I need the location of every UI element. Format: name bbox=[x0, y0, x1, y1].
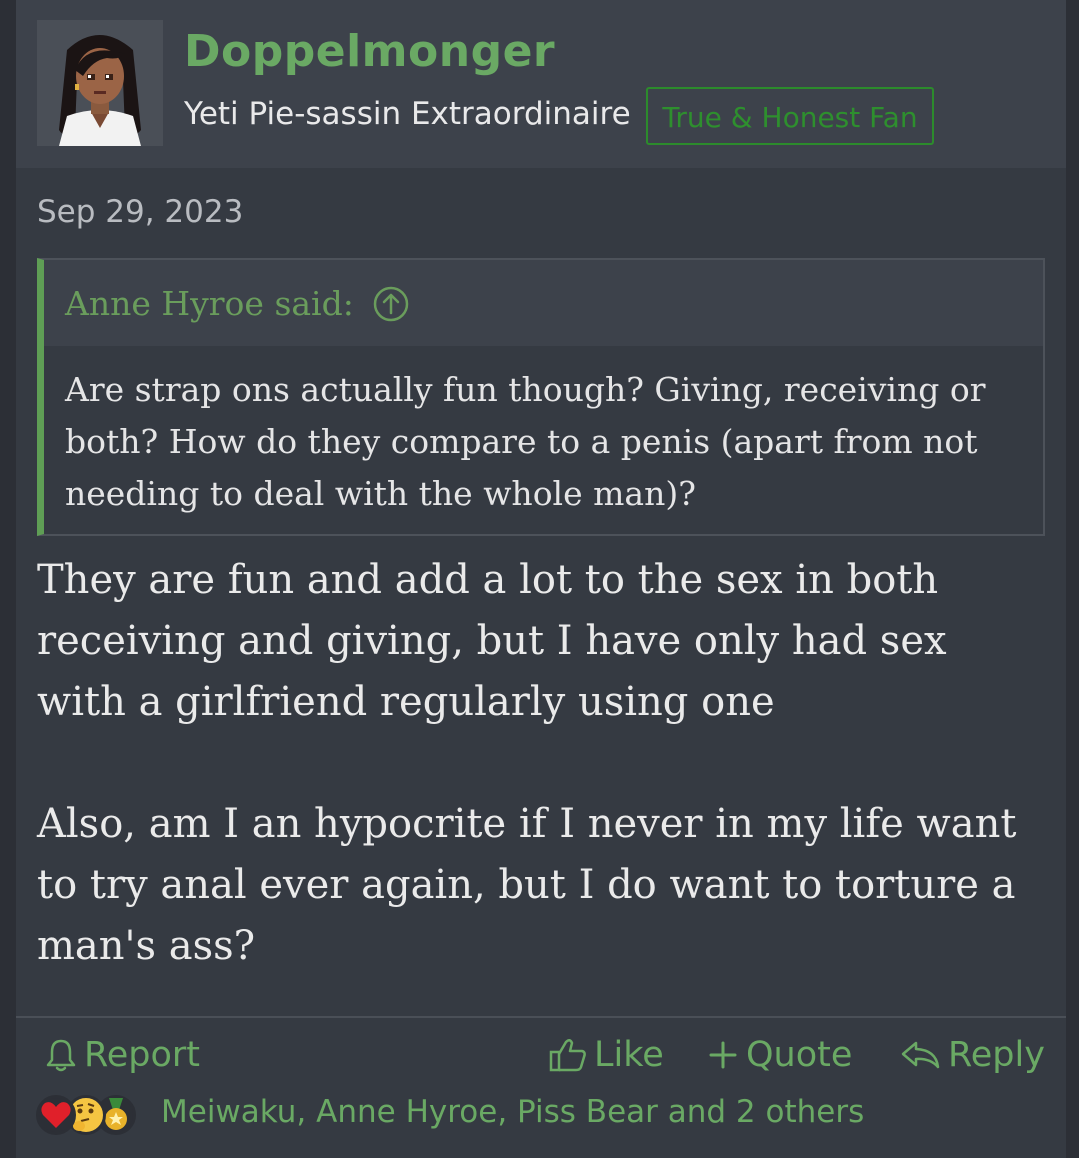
user-title: Yeti Pie-sassin Extraordinaire bbox=[184, 96, 631, 132]
username[interactable]: Doppelmonger bbox=[184, 26, 555, 77]
footer-divider bbox=[16, 1016, 1066, 1018]
arrow-up-circle-icon[interactable] bbox=[373, 286, 409, 322]
quote-button[interactable]: Quote bbox=[706, 1030, 852, 1080]
report-label: Report bbox=[84, 1035, 201, 1075]
report-button[interactable]: Report bbox=[44, 1030, 200, 1080]
bell-icon bbox=[46, 1039, 76, 1072]
plus-icon bbox=[709, 1041, 737, 1069]
like-label: Like bbox=[594, 1035, 664, 1075]
quote-text: Are strap ons actually fun though? Givin… bbox=[65, 370, 986, 513]
quote-header: Anne Hyroe said: bbox=[44, 260, 1043, 346]
message-paragraph: Also, am I an hypocrite if I never in my… bbox=[37, 801, 1017, 969]
heart-icon bbox=[36, 1095, 76, 1135]
post-container: Doppelmonger Yeti Pie-sassin Extraordina… bbox=[16, 0, 1066, 1158]
reactions-summary[interactable]: Meiwaku, Anne Hyroe, Piss Bear and 2 oth… bbox=[161, 1094, 864, 1130]
user-banner: True & Honest Fan bbox=[646, 87, 934, 145]
quote-attribution[interactable]: Anne Hyroe said: bbox=[65, 284, 354, 323]
like-button[interactable]: Like bbox=[548, 1030, 664, 1080]
message-paragraph: They are fun and add a lot to the sex in… bbox=[37, 557, 947, 725]
quote-block: Anne Hyroe said: Are strap ons actually … bbox=[37, 258, 1045, 536]
post-date[interactable]: Sep 29, 2023 bbox=[37, 194, 243, 230]
avatar-image bbox=[37, 20, 163, 146]
post-message: They are fun and add a lot to the sex in… bbox=[37, 550, 1037, 977]
user-avatar[interactable] bbox=[37, 20, 163, 146]
quote-label: Quote bbox=[746, 1035, 853, 1075]
reply-label: Reply bbox=[948, 1035, 1045, 1075]
reply-button[interactable]: Reply bbox=[900, 1030, 1045, 1080]
reaction-icons[interactable] bbox=[36, 1090, 136, 1140]
thumbs-up-icon bbox=[549, 1039, 586, 1072]
reply-arrow-icon bbox=[901, 1041, 940, 1069]
post-header: Doppelmonger Yeti Pie-sassin Extraordina… bbox=[16, 0, 1066, 168]
